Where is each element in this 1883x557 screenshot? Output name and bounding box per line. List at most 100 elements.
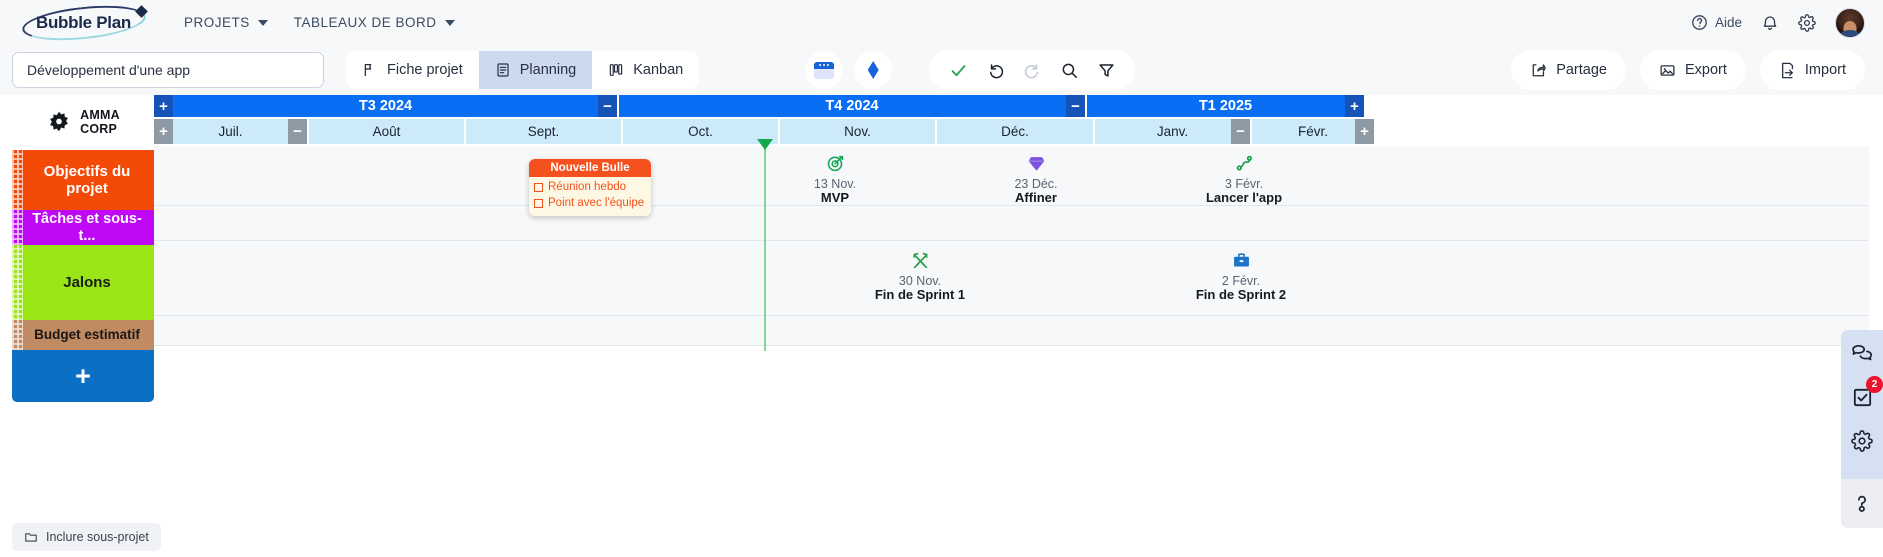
help-icon	[1858, 495, 1866, 512]
import-label: Import	[1804, 62, 1846, 78]
checkbox-icon[interactable]	[534, 198, 543, 208]
avatar[interactable]	[1835, 7, 1865, 38]
filter-button[interactable]	[1091, 55, 1121, 85]
undo-button[interactable]	[980, 55, 1010, 85]
milestone-marker[interactable]: 13 Nov. MVP	[775, 152, 895, 206]
month-expand-button[interactable]: +	[154, 119, 173, 144]
today-marker-line	[757, 139, 773, 351]
nav-item-projets-label: PROJETS	[184, 15, 250, 30]
quarter-header-cell[interactable]: T1 2025 +	[1087, 95, 1364, 117]
month-header-cell[interactable]: Sept.	[466, 119, 621, 144]
milestone-label: Fin de Sprint 1	[874, 287, 966, 302]
timeline-row[interactable]	[154, 206, 1869, 241]
notifications-button[interactable]	[1761, 14, 1779, 32]
chevron-down-icon	[444, 19, 455, 26]
tab-fiche-projet[interactable]: Fiche projet	[346, 51, 479, 89]
month-header-cell[interactable]: + Juil. −	[154, 119, 307, 144]
help-label: Aide	[1714, 15, 1742, 30]
month-label: Sept.	[527, 124, 560, 139]
main-menu: PROJETS TABLEAUX DE BORD	[184, 15, 455, 30]
lane-row[interactable]: Budget estimatif	[12, 320, 154, 350]
lane-drag-handle[interactable]	[12, 245, 23, 320]
help-circle-icon	[1692, 15, 1707, 30]
milestone-marker[interactable]: 30 Nov. Fin de Sprint 1	[860, 249, 980, 303]
quarter-collapse-button[interactable]: −	[598, 95, 617, 117]
month-header-cell[interactable]: Oct.	[623, 119, 778, 144]
settings-button[interactable]	[1798, 13, 1816, 32]
route-icon	[1184, 152, 1304, 174]
tasks-button[interactable]: 2	[1848, 376, 1883, 411]
tab-planning-label: Planning	[519, 62, 577, 78]
nav-item-tableaux-de-bord-label: TABLEAUX DE BORD	[293, 15, 437, 30]
redo-button[interactable]	[1017, 55, 1047, 85]
checklist-item[interactable]: Point avec l'équipe	[534, 196, 647, 212]
month-collapse-button[interactable]: −	[1231, 119, 1250, 144]
redo-icon	[1024, 63, 1038, 78]
lane-drag-handle[interactable]	[12, 320, 23, 350]
validate-button[interactable]	[943, 55, 973, 85]
milestone-date: 30 Nov.	[898, 274, 942, 288]
view-tabs: Fiche projet Planning Kanban	[346, 51, 700, 89]
month-collapse-button[interactable]: −	[288, 119, 307, 144]
month-header-cell[interactable]: Nov.	[780, 119, 935, 144]
month-label: Févr.	[1297, 124, 1328, 139]
quarter-header-cell[interactable]: + T3 2024 −	[154, 95, 617, 117]
lane-row[interactable]: Jalons	[12, 245, 154, 320]
lane-drag-handle[interactable]	[12, 150, 23, 210]
lane-row[interactable]: Objectifs du projet	[12, 150, 154, 210]
checkbox-icon[interactable]	[534, 183, 543, 193]
image-export-icon	[1660, 64, 1675, 76]
export-button[interactable]: Export	[1639, 50, 1746, 90]
month-header-cell[interactable]: Août	[309, 119, 464, 144]
tools-icon	[860, 249, 980, 271]
project-name-input[interactable]	[12, 52, 324, 88]
month-collapse-button[interactable]: +	[1355, 119, 1374, 144]
quarter-collapse-button[interactable]: −	[1066, 95, 1085, 117]
gear-icon	[1851, 430, 1873, 452]
add-milestone-button[interactable]	[854, 51, 893, 89]
month-header-cell[interactable]: Févr. +	[1252, 119, 1374, 144]
include-subproject-toggle[interactable]: Inclure sous-projet	[12, 523, 161, 551]
month-label: Août	[372, 124, 401, 139]
new-bubble-title: Nouvelle Bulle	[529, 159, 651, 177]
tab-planning[interactable]: Planning	[478, 51, 593, 89]
filter-icon	[1099, 63, 1114, 77]
checklist-item[interactable]: Réunion hebdo	[534, 180, 647, 196]
tab-kanban[interactable]: Kanban	[592, 51, 699, 89]
comments-button[interactable]	[1848, 339, 1876, 367]
import-button[interactable]: Import	[1759, 50, 1865, 90]
timeline-row[interactable]: 13 Nov. MVP 23 Déc. Affiner 3 Févr. Lancer l'…	[154, 146, 1869, 217]
tasks-badge: 2	[1866, 376, 1883, 393]
help-link[interactable]: Aide	[1691, 14, 1742, 31]
nav-item-tableaux-de-bord[interactable]: TABLEAUX DE BORD	[294, 15, 455, 30]
lane-row[interactable]: Tâches et sous-t...	[12, 210, 154, 245]
milestone-marker[interactable]: 23 Déc. Affiner	[976, 152, 1096, 206]
milestone-marker[interactable]: 3 Févr. Lancer l'app	[1184, 152, 1304, 206]
validate-check-icon	[951, 64, 966, 76]
share-button[interactable]: Partage	[1511, 50, 1626, 90]
nav-item-projets[interactable]: PROJETS	[184, 15, 268, 30]
quarter-header-cell[interactable]: T4 2024 −	[619, 95, 1085, 117]
milestone-marker[interactable]: 2 Févr. Fin de Sprint 2	[1181, 249, 1301, 303]
import-icon	[1781, 62, 1794, 78]
add-bubble-button[interactable]	[805, 51, 844, 89]
company-name-line1: AMMA	[80, 108, 120, 123]
rail-help-button[interactable]	[1848, 489, 1876, 517]
month-header-cell[interactable]: Déc.	[937, 119, 1093, 144]
rail-settings-button[interactable]	[1848, 427, 1876, 455]
milestone-date: 3 Févr.	[1224, 177, 1264, 191]
month-header-cell[interactable]: Janv. −	[1095, 119, 1250, 144]
lane-drag-handle[interactable]	[12, 210, 23, 245]
timeline-row[interactable]: 30 Nov. Fin de Sprint 1 2 Févr. Fin de Spri…	[154, 241, 1869, 316]
new-bubble-popup[interactable]: Nouvelle Bulle Réunion hebdo Point avec l'…	[529, 159, 651, 217]
top-navigation-actions: Aide	[1691, 7, 1865, 38]
milestone-label: Fin de Sprint 2	[1195, 287, 1287, 302]
timeline-row[interactable]	[154, 316, 1869, 346]
search-button[interactable]	[1054, 55, 1084, 85]
app-logo[interactable]: Bubble Plan	[20, 0, 150, 45]
lane-list: Objectifs du projet Tâches et sous-t... Ja…	[12, 150, 154, 350]
quarter-expand-button[interactable]: +	[154, 95, 173, 117]
add-lane-button[interactable]: +	[12, 350, 154, 402]
quarter-label: T3 2024	[358, 98, 413, 114]
quarter-collapse-button[interactable]: +	[1345, 95, 1364, 117]
